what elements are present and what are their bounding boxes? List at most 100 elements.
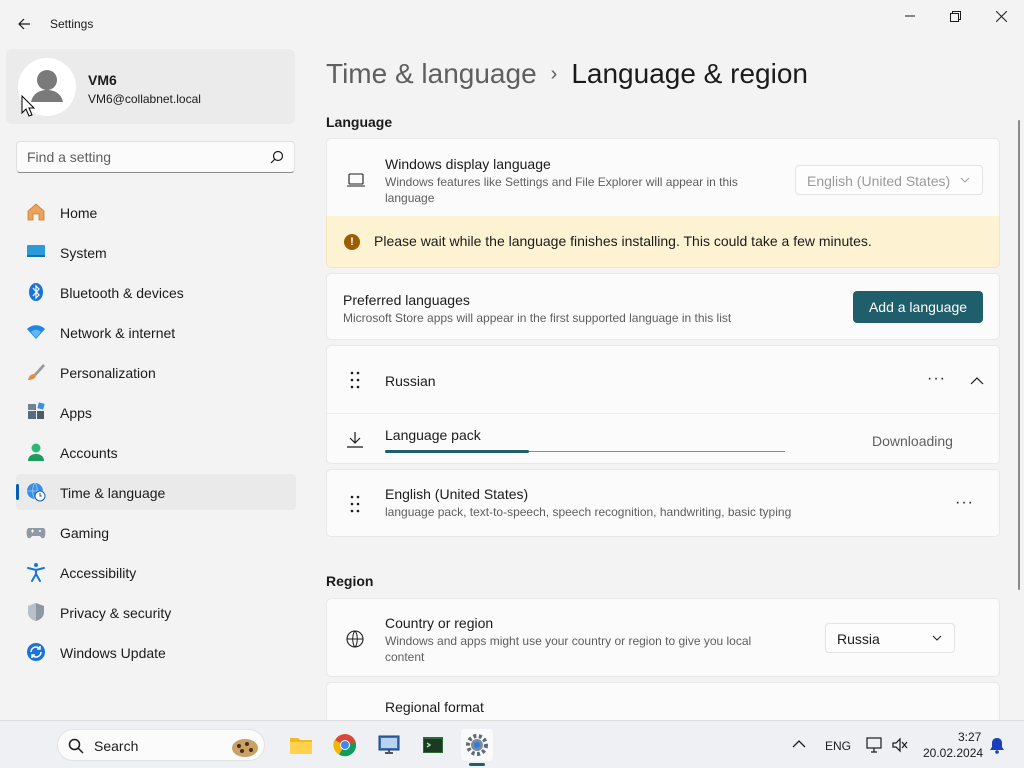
language-pack-label: Language pack bbox=[385, 427, 481, 443]
sidebar-item-label: Privacy & security bbox=[60, 605, 172, 621]
taskbar-file-explorer[interactable] bbox=[285, 729, 317, 761]
sidebar-item-apps[interactable]: Apps bbox=[16, 394, 296, 430]
sidebar-item-bluetooth[interactable]: Bluetooth & devices bbox=[16, 274, 296, 310]
globe-icon bbox=[346, 630, 364, 648]
regional-format-title: Regional format bbox=[385, 699, 484, 715]
language-item-russian: Russian ··· Language pack Downloading bbox=[326, 345, 1000, 464]
warning-icon: ! bbox=[344, 234, 360, 250]
back-arrow-icon bbox=[18, 18, 30, 30]
sidebar-item-network[interactable]: Network & internet bbox=[16, 314, 296, 350]
breadcrumb-separator: › bbox=[550, 63, 558, 85]
minimize-button[interactable] bbox=[887, 4, 933, 28]
sidebar-item-gaming[interactable]: Gaming bbox=[16, 514, 296, 550]
sidebar-item-time-language[interactable]: Time & language bbox=[16, 474, 296, 510]
region-section-heading: Region bbox=[326, 573, 374, 589]
country-region-value: Russia bbox=[837, 631, 880, 647]
app-title: Settings bbox=[50, 17, 94, 31]
country-region-dropdown[interactable]: Russia bbox=[825, 623, 955, 653]
page-title: Language & region bbox=[571, 58, 808, 89]
volume-muted-icon[interactable] bbox=[891, 736, 909, 754]
language-name: Russian bbox=[385, 373, 436, 389]
terminal-icon bbox=[423, 737, 443, 753]
country-region-title: Country or region bbox=[385, 615, 494, 631]
display-language-dropdown[interactable]: English (United States) bbox=[795, 165, 983, 195]
input-language-indicator[interactable]: ENG bbox=[825, 739, 851, 753]
accounts-icon bbox=[28, 443, 44, 461]
taskbar-remote-desktop[interactable] bbox=[373, 729, 405, 761]
more-options-button[interactable]: ··· bbox=[955, 494, 974, 512]
sidebar-item-label: Network & internet bbox=[60, 325, 176, 341]
taskbar-settings[interactable] bbox=[461, 729, 493, 761]
sidebar-item-label: Time & language bbox=[60, 485, 166, 501]
active-app-indicator bbox=[469, 763, 485, 766]
sidebar-item-label: Apps bbox=[60, 405, 92, 421]
globe-clock-icon bbox=[27, 482, 46, 502]
sidebar-item-accessibility[interactable]: Accessibility bbox=[16, 554, 296, 590]
preferred-languages-description: Microsoft Store apps will appear in the … bbox=[343, 311, 732, 325]
display-language-value: English (United States) bbox=[807, 173, 951, 189]
network-icon[interactable] bbox=[865, 736, 883, 754]
language-item-english: English (United States) language pack, t… bbox=[326, 469, 1000, 537]
breadcrumb-parent[interactable]: Time & language bbox=[326, 58, 537, 89]
preferred-languages-title: Preferred languages bbox=[343, 292, 470, 308]
maximize-button[interactable] bbox=[932, 4, 978, 28]
sidebar-item-label: System bbox=[60, 245, 107, 261]
clock-date[interactable]: 20.02.2024 bbox=[923, 746, 983, 760]
sidebar-item-label: Windows Update bbox=[60, 645, 166, 661]
chevron-up-icon[interactable] bbox=[967, 371, 987, 391]
sidebar-item-personalization[interactable]: Personalization bbox=[16, 354, 296, 390]
sidebar-item-accounts[interactable]: Accounts bbox=[16, 434, 296, 470]
chevron-up-icon[interactable] bbox=[792, 738, 806, 750]
close-icon bbox=[995, 10, 1007, 22]
back-button[interactable] bbox=[10, 10, 38, 38]
brush-icon bbox=[28, 364, 45, 380]
find-setting-search[interactable] bbox=[16, 141, 295, 173]
taskbar-chrome[interactable] bbox=[329, 729, 361, 761]
drag-handle-icon[interactable] bbox=[345, 494, 365, 514]
drag-handle-icon[interactable] bbox=[345, 370, 365, 390]
settings-icon bbox=[466, 734, 488, 756]
add-language-button[interactable]: Add a language bbox=[853, 291, 983, 323]
system-icon bbox=[27, 245, 45, 257]
sidebar-item-home[interactable]: Home bbox=[16, 194, 296, 230]
display-language-description: Windows features like Settings and File … bbox=[385, 175, 738, 205]
home-icon bbox=[27, 203, 45, 221]
download-icon bbox=[347, 432, 363, 448]
sidebar-item-system[interactable]: System bbox=[16, 234, 296, 270]
gamepad-icon bbox=[26, 528, 46, 539]
sidebar-item-windows-update[interactable]: Windows Update bbox=[16, 634, 296, 670]
shield-icon bbox=[28, 603, 44, 621]
more-options-button[interactable]: ··· bbox=[927, 370, 946, 388]
restore-icon bbox=[949, 10, 961, 22]
bluetooth-icon bbox=[29, 283, 43, 301]
language-section-heading: Language bbox=[326, 114, 393, 130]
sidebar-item-privacy[interactable]: Privacy & security bbox=[16, 594, 296, 630]
install-warning-banner: ! Please wait while the language finishe… bbox=[326, 216, 1000, 268]
search-input[interactable] bbox=[27, 148, 257, 166]
laptop-icon bbox=[347, 173, 365, 187]
chevron-down-icon bbox=[932, 635, 942, 641]
taskbar-terminal[interactable] bbox=[417, 729, 449, 761]
wifi-icon bbox=[27, 325, 45, 339]
profile-name: VM6 bbox=[88, 72, 117, 88]
minimize-icon bbox=[905, 15, 915, 17]
sidebar-item-label: Personalization bbox=[60, 365, 156, 381]
notification-bell-icon[interactable] bbox=[988, 736, 1006, 754]
accessibility-icon bbox=[27, 563, 45, 582]
clock-time[interactable]: 3:27 bbox=[958, 730, 981, 744]
taskbar-search-label: Search bbox=[94, 738, 139, 754]
user-profile-card[interactable]: VM6 VM6@collabnet.local bbox=[6, 49, 295, 124]
file-explorer-icon bbox=[290, 738, 312, 754]
close-button[interactable] bbox=[978, 4, 1024, 28]
sidebar-item-label: Gaming bbox=[60, 525, 110, 541]
scrollbar[interactable] bbox=[1018, 120, 1020, 590]
language-features: language pack, text-to-speech, speech re… bbox=[385, 505, 792, 519]
sidebar-item-label: Accessibility bbox=[60, 565, 137, 581]
search-highlight-icon bbox=[232, 739, 258, 757]
sidebar-item-label: Home bbox=[60, 205, 98, 221]
language-pack-progress-bar bbox=[385, 450, 529, 453]
sidebar-item-label: Bluetooth & devices bbox=[60, 285, 184, 301]
title-bar: Settings bbox=[0, 0, 1024, 48]
taskbar-search[interactable]: Search bbox=[57, 729, 265, 761]
chevron-down-icon bbox=[960, 177, 970, 183]
